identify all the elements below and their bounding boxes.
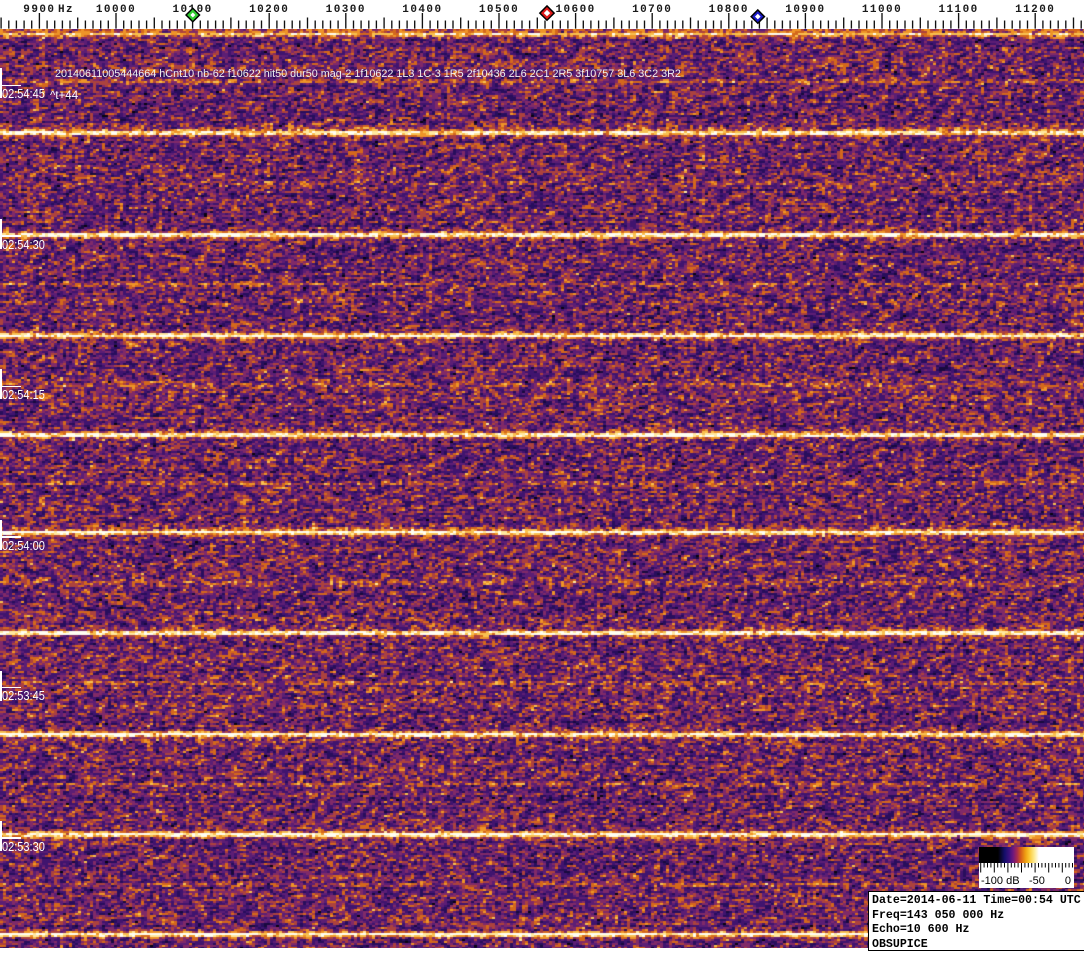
svg-text:10900: 10900 — [785, 4, 825, 16]
svg-text:10300: 10300 — [326, 4, 366, 16]
svg-text:10600: 10600 — [555, 4, 595, 16]
svg-text:Hz: Hz — [58, 4, 74, 16]
svg-text:10000: 10000 — [96, 4, 136, 16]
svg-text:11000: 11000 — [862, 4, 902, 16]
svg-text:9900: 9900 — [23, 4, 55, 16]
svg-text:11200: 11200 — [1015, 4, 1055, 16]
svg-text:10800: 10800 — [709, 4, 749, 16]
svg-text:10400: 10400 — [402, 4, 442, 16]
svg-text:10700: 10700 — [632, 4, 672, 16]
svg-text:10200: 10200 — [249, 4, 289, 16]
svg-text:10500: 10500 — [479, 4, 519, 16]
svg-text:11100: 11100 — [938, 4, 978, 16]
